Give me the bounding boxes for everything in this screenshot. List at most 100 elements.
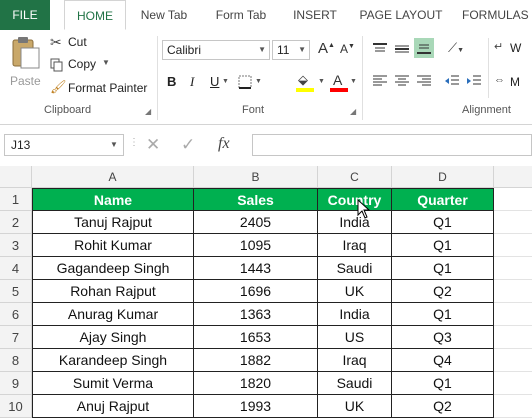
borders-icon[interactable] (238, 75, 252, 89)
table-cell[interactable]: UK (318, 395, 392, 418)
dialog-launcher-icon[interactable]: ◢ (350, 107, 356, 116)
align-center-icon[interactable] (394, 74, 410, 88)
align-bottom-button[interactable] (414, 38, 434, 58)
wrap-text-button[interactable]: ↵ W (494, 40, 532, 58)
align-right-icon[interactable] (416, 74, 432, 88)
table-cell[interactable]: Gagandeep Singh (32, 257, 194, 280)
table-header-cell[interactable]: Quarter (392, 188, 494, 211)
column-header-c[interactable]: C (318, 166, 392, 188)
table-cell[interactable]: 1993 (194, 395, 318, 418)
insert-function-icon[interactable]: fx (218, 135, 230, 153)
column-header-a[interactable]: A (32, 166, 194, 188)
table-cell[interactable]: India (318, 303, 392, 326)
column-header-extra[interactable] (494, 166, 532, 188)
table-cell[interactable]: Q1 (392, 257, 494, 280)
table-cell[interactable]: US (318, 326, 392, 349)
font-color-button[interactable]: A (330, 72, 348, 94)
table-cell[interactable]: 1820 (194, 372, 318, 395)
table-cell[interactable]: Sumit Verma (32, 372, 194, 395)
empty-cell[interactable] (494, 234, 532, 257)
table-cell[interactable]: 1363 (194, 303, 318, 326)
row-header-1[interactable]: 1 (0, 188, 32, 211)
table-cell[interactable]: Q2 (392, 280, 494, 303)
table-cell[interactable]: Q1 (392, 211, 494, 234)
tab-formulas[interactable]: FORMULAS (462, 0, 532, 30)
underline-button[interactable]: U (210, 74, 219, 89)
empty-cell[interactable] (494, 211, 532, 234)
table-cell[interactable]: Rohan Rajput (32, 280, 194, 303)
table-header-cell[interactable]: Sales (194, 188, 318, 211)
row-header-4[interactable]: 4 (0, 257, 32, 280)
table-header-cell[interactable]: Country (318, 188, 392, 211)
select-all-corner[interactable] (0, 166, 32, 188)
cut-button[interactable]: ✂ Cut (50, 34, 110, 52)
decrease-indent-icon[interactable] (444, 74, 460, 88)
empty-cell[interactable] (494, 303, 532, 326)
empty-cell[interactable] (494, 326, 532, 349)
table-cell[interactable]: 1443 (194, 257, 318, 280)
table-cell[interactable]: 2405 (194, 211, 318, 234)
table-cell[interactable]: Karandeep Singh (32, 349, 194, 372)
merge-center-button[interactable]: ⇔ M (494, 74, 532, 92)
align-left-icon[interactable] (372, 74, 388, 88)
empty-cell[interactable] (494, 280, 532, 303)
cancel-icon[interactable]: ✕ (146, 135, 160, 155)
orientation-button[interactable]: ⟋▼ (448, 40, 464, 56)
table-header-cell[interactable]: Name (32, 188, 194, 211)
table-cell[interactable]: Anuj Rajput (32, 395, 194, 418)
table-cell[interactable]: Saudi (318, 257, 392, 280)
tab-form-tab[interactable]: Form Tab (208, 0, 274, 30)
table-cell[interactable]: Rohit Kumar (32, 234, 194, 257)
grow-font-button[interactable]: A▲ (318, 40, 335, 57)
empty-cell[interactable] (494, 257, 532, 280)
table-cell[interactable]: Ajay Singh (32, 326, 194, 349)
tab-page-layout[interactable]: PAGE LAYOUT (356, 0, 446, 30)
table-cell[interactable]: 1696 (194, 280, 318, 303)
column-header-d[interactable]: D (392, 166, 494, 188)
table-cell[interactable]: Q2 (392, 395, 494, 418)
column-header-b[interactable]: B (194, 166, 318, 188)
enter-check-icon[interactable]: ✓ (181, 135, 195, 155)
table-cell[interactable]: Iraq (318, 234, 392, 257)
table-cell[interactable]: 1653 (194, 326, 318, 349)
table-cell[interactable]: Q1 (392, 303, 494, 326)
row-header-9[interactable]: 9 (0, 372, 32, 395)
paste-button[interactable]: Paste (6, 36, 44, 98)
shrink-font-button[interactable]: A▼ (340, 42, 355, 56)
font-name-select[interactable]: Calibri ▼ (162, 40, 270, 60)
tab-new-tab[interactable]: New Tab (134, 0, 194, 30)
fill-color-button[interactable]: ⬙ (296, 72, 316, 94)
dialog-launcher-icon[interactable]: ◢ (145, 107, 151, 116)
row-header-5[interactable]: 5 (0, 280, 32, 303)
formula-input[interactable] (252, 134, 532, 156)
empty-cell[interactable] (494, 372, 532, 395)
table-cell[interactable]: Q1 (392, 234, 494, 257)
table-cell[interactable]: Iraq (318, 349, 392, 372)
table-cell[interactable]: Saudi (318, 372, 392, 395)
font-size-select[interactable]: 11 ▼ (272, 40, 310, 60)
tab-home[interactable]: HOME (64, 0, 126, 30)
empty-cell[interactable] (494, 349, 532, 372)
row-header-6[interactable]: 6 (0, 303, 32, 326)
row-header-2[interactable]: 2 (0, 211, 32, 234)
tab-file[interactable]: FILE (0, 0, 50, 30)
italic-button[interactable]: I (190, 74, 194, 90)
align-top-icon[interactable] (372, 42, 388, 56)
empty-cell[interactable] (494, 395, 532, 418)
name-box[interactable]: J13 (4, 134, 124, 156)
increase-indent-icon[interactable] (466, 74, 482, 88)
table-cell[interactable]: UK (318, 280, 392, 303)
table-cell[interactable]: Tanuj Rajput (32, 211, 194, 234)
table-cell[interactable]: Anurag Kumar (32, 303, 194, 326)
row-header-3[interactable]: 3 (0, 234, 32, 257)
row-header-8[interactable]: 8 (0, 349, 32, 372)
row-header-7[interactable]: 7 (0, 326, 32, 349)
empty-cell[interactable] (494, 188, 532, 211)
bold-button[interactable]: B (167, 74, 176, 89)
row-header-10[interactable]: 10 (0, 395, 32, 418)
table-cell[interactable]: 1095 (194, 234, 318, 257)
align-middle-icon[interactable] (394, 42, 410, 56)
copy-button[interactable]: Copy ▼ (50, 56, 110, 74)
format-painter-button[interactable]: 🖌 Format Painter (50, 79, 154, 97)
tab-insert[interactable]: INSERT (288, 0, 342, 30)
